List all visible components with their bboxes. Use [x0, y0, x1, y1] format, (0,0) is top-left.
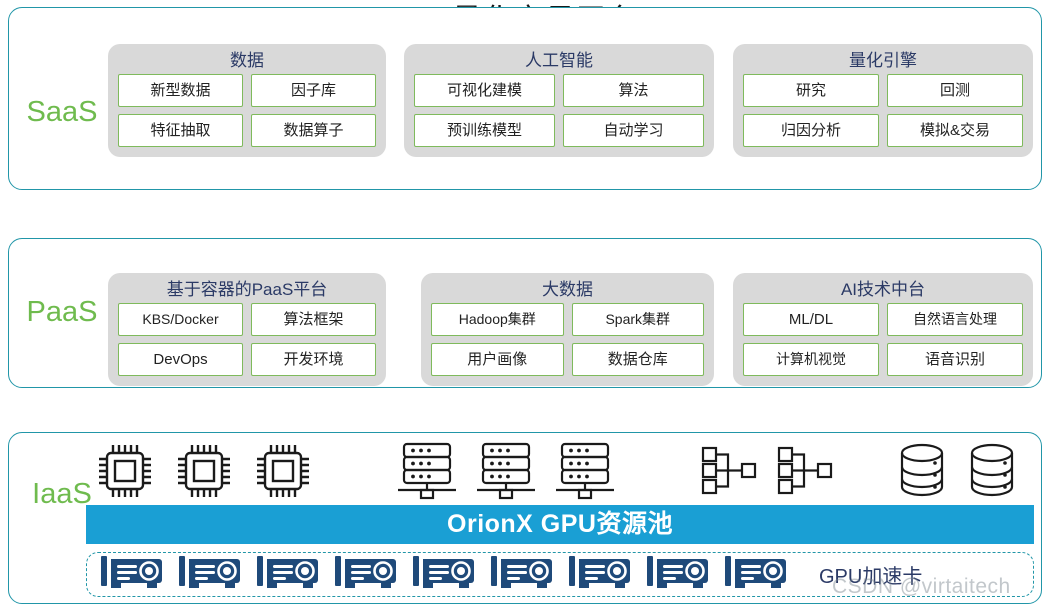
group-cells: KBS/Docker 算法框架 DevOps 开发环境	[108, 303, 386, 386]
group-title: 数据	[230, 51, 264, 70]
cell-item[interactable]: 数据仓库	[571, 343, 704, 376]
cell-item[interactable]: 自然语言处理	[887, 303, 1023, 336]
layer-label-saas: SaaS	[26, 96, 98, 128]
cpu-chip-icon	[94, 440, 156, 507]
cell-item[interactable]: 算法	[563, 74, 704, 107]
gpu-accelerator-card-icon	[101, 554, 169, 595]
group-cells: 新型数据 因子库 特征抽取 数据算子	[108, 74, 386, 157]
cell-item[interactable]: 因子库	[251, 74, 376, 107]
gpu-accelerator-card-icon	[569, 554, 637, 595]
group-quant-engine: 量化引擎 研究 回测 归因分析 模拟&交易	[733, 44, 1033, 157]
group-big-data: 大数据 Hadoop集群 Spark集群 用户画像 数据仓库	[421, 273, 714, 386]
cell-item[interactable]: KBS/Docker	[118, 303, 243, 336]
cell-item[interactable]: 新型数据	[118, 74, 243, 107]
group-cells: 研究 回测 归因分析 模拟&交易	[733, 74, 1033, 157]
cell-item[interactable]: 语音识别	[887, 343, 1023, 376]
cell-item[interactable]: 数据算子	[251, 114, 376, 147]
cell-item[interactable]: 计算机视觉	[743, 343, 879, 376]
cell-item[interactable]: ML/DL	[743, 303, 879, 336]
cell-item[interactable]: Spark集群	[571, 303, 704, 336]
database-cylinder-icon	[894, 442, 950, 505]
group-ai-technology-platform: AI技术中台 ML/DL 自然语言处理 计算机视觉 语音识别	[733, 273, 1033, 386]
iaas-hardware-icon-row	[86, 440, 1034, 502]
cell-item[interactable]: 特征抽取	[118, 114, 243, 147]
gpu-accelerator-card-icon	[335, 554, 403, 595]
group-cells: Hadoop集群 Spark集群 用户画像 数据仓库	[421, 303, 714, 386]
gpu-accelerator-card-icon	[647, 554, 715, 595]
gpu-accelerator-card-icon	[413, 554, 481, 595]
server-rack-icon	[473, 440, 539, 505]
server-rack-icon	[552, 440, 618, 505]
orionx-gpu-resource-pool-bar: OrionX GPU资源池	[86, 505, 1034, 544]
gpu-accelerator-card-icon	[725, 554, 793, 595]
cell-item[interactable]: 预训练模型	[414, 114, 555, 147]
network-topology-icon	[776, 445, 836, 502]
group-title: 大数据	[542, 280, 593, 299]
group-title: 人工智能	[525, 51, 593, 70]
cpu-chip-icon	[252, 440, 314, 507]
database-cylinder-icon	[964, 442, 1020, 505]
cell-item[interactable]: 模拟&交易	[887, 114, 1023, 147]
architecture-diagram: AI 量化交易平台 SaaS 数据 新型数据 因子库 特征抽取 数据算子 人工智…	[0, 0, 1050, 610]
cell-item[interactable]: Hadoop集群	[431, 303, 564, 336]
gpu-accelerator-card-icon	[257, 554, 325, 595]
cell-item[interactable]: 归因分析	[743, 114, 879, 147]
group-cells: ML/DL 自然语言处理 计算机视觉 语音识别	[733, 303, 1033, 386]
group-title: 量化引擎	[849, 51, 917, 70]
server-rack-icon	[394, 440, 460, 505]
group-cells: 可视化建模 算法 预训练模型 自动学习	[404, 74, 714, 157]
cell-item[interactable]: 自动学习	[563, 114, 704, 147]
group-container-paas-platform: 基于容器的PaaS平台 KBS/Docker 算法框架 DevOps 开发环境	[108, 273, 386, 386]
network-topology-icon	[700, 445, 760, 502]
cell-item[interactable]: 研究	[743, 74, 879, 107]
layer-label-paas: PaaS	[26, 296, 98, 328]
cpu-chip-icon	[173, 440, 235, 507]
gpu-accelerator-card-icon	[491, 554, 559, 595]
cell-item[interactable]: 算法框架	[251, 303, 376, 336]
group-title: AI技术中台	[840, 280, 926, 299]
cell-item[interactable]: DevOps	[118, 343, 243, 376]
cell-item[interactable]: 用户画像	[431, 343, 564, 376]
group-title: 基于容器的PaaS平台	[166, 280, 328, 299]
cell-item[interactable]: 可视化建模	[414, 74, 555, 107]
cell-item[interactable]: 回测	[887, 74, 1023, 107]
gpu-accelerator-card-icon	[179, 554, 247, 595]
group-data: 数据 新型数据 因子库 特征抽取 数据算子	[108, 44, 386, 157]
watermark: CSDN @virtaitech	[832, 575, 1011, 598]
group-artificial-intelligence: 人工智能 可视化建模 算法 预训练模型 自动学习	[404, 44, 714, 157]
cell-item[interactable]: 开发环境	[251, 343, 376, 376]
